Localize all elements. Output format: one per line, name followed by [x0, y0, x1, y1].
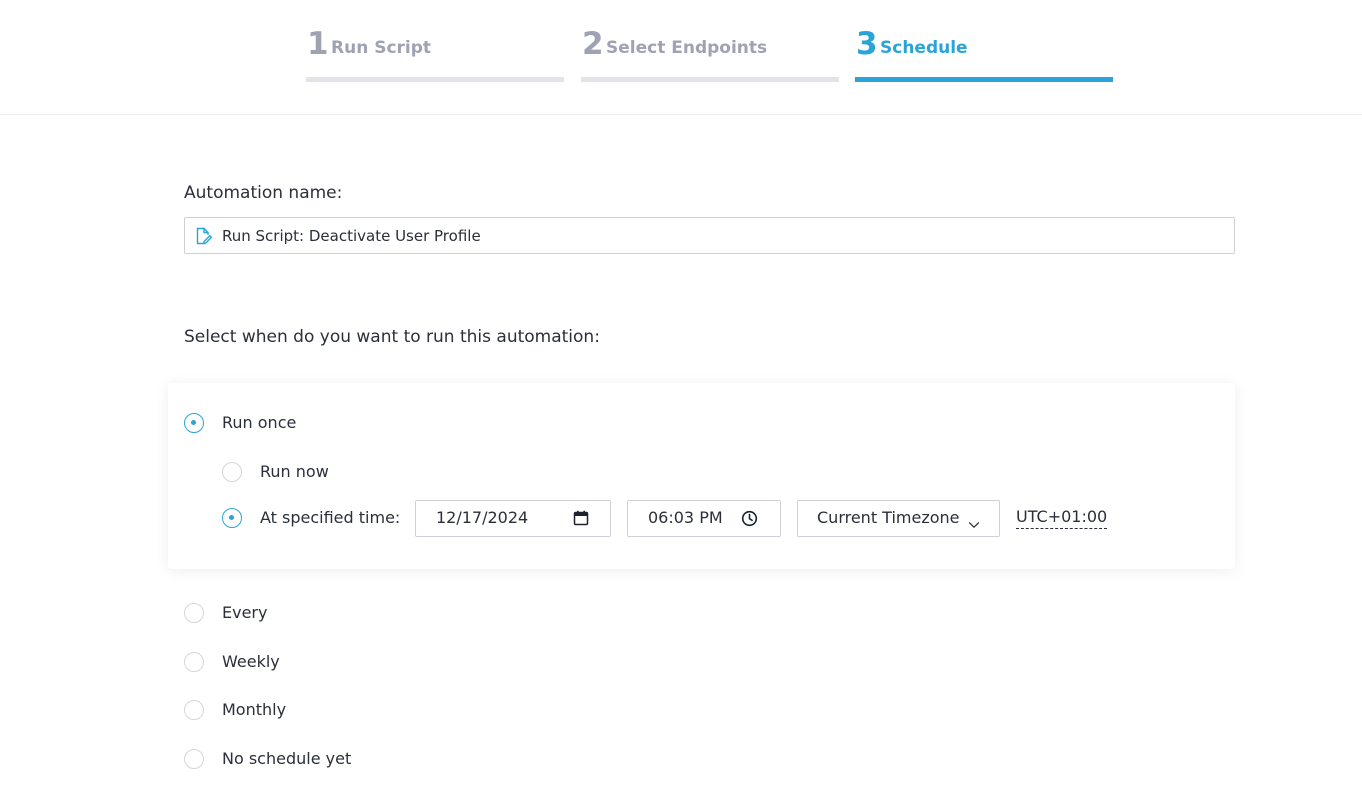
every-label: Every: [222, 603, 268, 622]
no-schedule-label: No schedule yet: [222, 749, 352, 768]
automation-name-field[interactable]: [184, 217, 1235, 254]
utc-offset-label[interactable]: UTC+01:00: [1016, 507, 1108, 529]
step-number: 3: [856, 26, 878, 62]
automation-name-input[interactable]: [222, 218, 1222, 253]
step-label: Run Script: [331, 38, 432, 58]
step-number: 1: [307, 26, 329, 62]
date-value: 12/17/2024: [436, 508, 529, 527]
schedule-section-label: Select when do you want to run this auto…: [184, 327, 600, 347]
monthly-radio[interactable]: [184, 700, 204, 720]
timezone-value: Current Timezone: [817, 508, 960, 527]
step-progress-bar: [855, 77, 1113, 82]
weekly-radio[interactable]: [184, 652, 204, 672]
run-now-radio[interactable]: [222, 462, 242, 482]
at-specified-time-radio[interactable]: [222, 508, 242, 528]
step-number: 2: [582, 26, 604, 62]
every-radio[interactable]: [184, 603, 204, 623]
chevron-down-icon: [968, 514, 980, 533]
date-picker[interactable]: 12/17/2024: [415, 500, 611, 537]
timezone-select[interactable]: Current Timezone: [797, 500, 1000, 537]
step-schedule[interactable]: 3 Schedule: [855, 24, 1113, 82]
step-progress-bar: [306, 77, 564, 82]
weekly-label: Weekly: [222, 652, 280, 671]
edit-document-icon: [193, 226, 213, 246]
automation-name-label: Automation name:: [184, 183, 343, 203]
time-value: 06:03 PM: [648, 508, 723, 527]
at-specified-time-label: At specified time:: [260, 508, 401, 527]
run-once-label: Run once: [222, 413, 297, 432]
time-picker[interactable]: 06:03 PM: [627, 500, 781, 537]
step-label: Select Endpoints: [606, 38, 768, 58]
run-now-label: Run now: [260, 462, 329, 481]
step-progress-bar: [581, 77, 839, 82]
step-run-script[interactable]: 1 Run Script: [306, 24, 564, 82]
step-select-endpoints[interactable]: 2 Select Endpoints: [581, 24, 839, 82]
no-schedule-radio[interactable]: [184, 749, 204, 769]
clock-icon[interactable]: [741, 510, 758, 531]
step-label: Schedule: [880, 38, 968, 58]
wizard-stepper: 1 Run Script 2 Select Endpoints 3 Schedu…: [0, 0, 1362, 115]
run-once-radio[interactable]: [184, 413, 204, 433]
monthly-label: Monthly: [222, 700, 287, 719]
calendar-icon[interactable]: [573, 510, 589, 530]
